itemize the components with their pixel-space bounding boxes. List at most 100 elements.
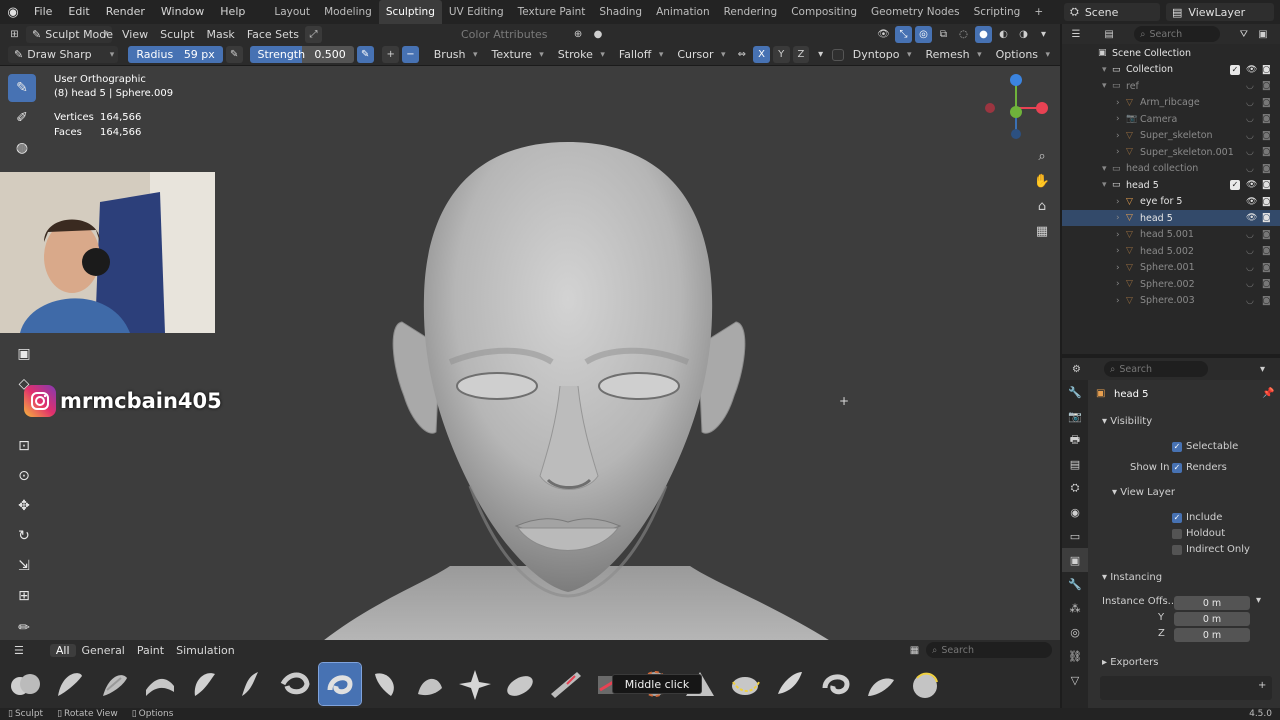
filter-icon[interactable]: ⛛	[1236, 26, 1252, 43]
shelf-tab-paint[interactable]: Paint	[131, 644, 170, 657]
add-workspace-icon[interactable]: +	[1027, 0, 1050, 24]
shelf-menu-icon[interactable]: ☰	[8, 644, 30, 657]
menu-face-sets[interactable]: Face Sets	[241, 28, 305, 41]
tab-data-icon[interactable]: ▽	[1062, 668, 1088, 692]
chevron-icon[interactable]: ›	[1116, 98, 1120, 108]
menu-mask[interactable]: Mask	[200, 28, 240, 41]
outliner-row[interactable]: › ▽ Sphere.002 ◡ ◙	[1062, 276, 1280, 292]
tab-modifiers-icon[interactable]: 🔧	[1062, 572, 1088, 596]
symmetry-y-button[interactable]: Y	[772, 46, 790, 63]
pivot-icon[interactable]: ●	[590, 26, 607, 43]
box-mask-tool-icon[interactable]: ▣	[10, 340, 38, 368]
chevron-icon[interactable]: ›	[1116, 296, 1120, 306]
pin-icon[interactable]: 📌	[1262, 388, 1274, 399]
selectable-checkbox[interactable]: ✓	[1172, 442, 1182, 452]
brush-draw-icon[interactable]	[184, 663, 226, 705]
properties-search-input[interactable]: ⌕ Search	[1104, 361, 1208, 377]
render-camera-icon[interactable]: ◙	[1262, 230, 1271, 240]
eye-icon[interactable]: ◡	[1246, 114, 1254, 124]
cloth-filter-tool-icon[interactable]: ⊙	[10, 462, 38, 490]
brush-layer-icon[interactable]	[544, 663, 586, 705]
view-layer-selector[interactable]: ▤ ViewLayer	[1166, 3, 1274, 21]
brush-scrape-icon[interactable]	[814, 663, 856, 705]
scene-selector[interactable]: ⛭ Scene	[1064, 3, 1160, 21]
eye-icon[interactable]: ◡	[1246, 147, 1254, 157]
eye-icon[interactable]: 👁	[1246, 65, 1257, 75]
mode-selector[interactable]: ✎ Sculpt Mode	[26, 25, 113, 43]
gizmo-icon[interactable]: ⤡	[895, 25, 912, 43]
tab-particles-icon[interactable]: ⁂	[1062, 596, 1088, 620]
symmetry-x-button[interactable]: X	[753, 46, 770, 63]
tab-collection-icon[interactable]: ▭	[1062, 524, 1088, 548]
render-camera-icon[interactable]: ◙	[1262, 197, 1271, 207]
chevron-icon[interactable]: ›	[1116, 263, 1120, 273]
chevron-icon[interactable]: ›	[1116, 230, 1120, 240]
radius-slider[interactable]: Radius 59 px	[128, 46, 223, 63]
menu-edit[interactable]: Edit	[60, 0, 97, 24]
holdout-checkbox[interactable]	[1172, 529, 1182, 539]
properties-options-icon[interactable]: ▾	[1254, 361, 1271, 378]
wireframe-shading-icon[interactable]: ◌	[955, 26, 972, 43]
tab-view-layer-icon[interactable]: ▤	[1062, 452, 1088, 476]
brush-crease-icon[interactable]	[139, 663, 181, 705]
shelf-tab-all[interactable]: All	[49, 643, 76, 657]
pan-hand-icon[interactable]: ✋	[1032, 169, 1052, 194]
new-collection-icon[interactable]: ▣	[1255, 26, 1271, 43]
visibility-icon[interactable]: 👁	[875, 26, 892, 43]
brush-flatten-icon[interactable]	[409, 663, 451, 705]
outliner-row[interactable]: ▾ ▭ head collection ◡ ◙	[1062, 161, 1280, 177]
brush-smooth-icon[interactable]	[859, 663, 901, 705]
render-camera-icon[interactable]: ◙	[1262, 65, 1271, 75]
render-camera-icon[interactable]: ◙	[1262, 296, 1271, 306]
outliner-search-input[interactable]: ⌕ Search	[1134, 26, 1220, 42]
outliner-row[interactable]: › ▽ eye for 5 👁 ◙	[1062, 194, 1280, 210]
mask-tool-icon[interactable]: ◍	[8, 134, 36, 162]
render-camera-icon[interactable]: ◙	[1262, 114, 1271, 124]
brush-blob-icon[interactable]	[4, 663, 46, 705]
tab-scripting[interactable]: Scripting	[967, 0, 1028, 24]
outliner-row[interactable]: › ▽ Sphere.003 ◡ ◙	[1062, 293, 1280, 309]
render-camera-icon[interactable]: ◙	[1262, 263, 1271, 273]
render-camera-icon[interactable]: ◙	[1262, 98, 1271, 108]
tab-compositing[interactable]: Compositing	[784, 0, 864, 24]
material-shading-icon[interactable]: ◐	[995, 26, 1012, 43]
tab-shading[interactable]: Shading	[592, 0, 649, 24]
brush-elastic-icon[interactable]	[274, 663, 316, 705]
outliner-row[interactable]: ▣ Scene Collection	[1062, 45, 1280, 61]
outliner-row[interactable]: ▾ ▭ ref ◡ ◙	[1062, 78, 1280, 94]
render-camera-icon[interactable]: ◙	[1262, 279, 1271, 289]
render-camera-icon[interactable]: ◙	[1262, 180, 1271, 190]
tab-rendering[interactable]: Rendering	[717, 0, 785, 24]
eye-icon[interactable]: ◡	[1246, 81, 1254, 91]
dyntopo-checkbox[interactable]	[831, 48, 844, 61]
radius-pressure-icon[interactable]: ✎	[225, 46, 243, 63]
zoom-icon[interactable]: ⌕	[1032, 144, 1052, 169]
dyntopo-menu[interactable]: Dyntopo	[847, 46, 916, 63]
outliner-row[interactable]: ▾ ▭ Collection 👁 ◙ ✓	[1062, 62, 1280, 78]
xray-icon[interactable]: ⧉	[935, 26, 952, 43]
menu-window[interactable]: Window	[153, 0, 212, 24]
outliner-row[interactable]: › ▽ head 5 👁 ◙	[1062, 210, 1280, 226]
overlays-icon[interactable]: ◎	[915, 25, 932, 43]
brush-pose-icon[interactable]	[724, 663, 766, 705]
rendered-shading-icon[interactable]: ◑	[1015, 26, 1032, 43]
outliner-row[interactable]: › ▽ Super_skeleton.001 ◡ ◙	[1062, 144, 1280, 160]
visibility-panel-header[interactable]: ▾ Visibility	[1102, 416, 1152, 427]
brush-selector[interactable]: ✎ Draw Sharp	[8, 46, 119, 63]
eye-icon[interactable]: ◡	[1246, 230, 1254, 240]
instance-offset-x-field[interactable]: 0 m	[1174, 596, 1250, 610]
direction-add-icon[interactable]: +	[382, 46, 400, 63]
tab-animation[interactable]: Animation	[649, 0, 717, 24]
outliner-row[interactable]: › ▽ Super_skeleton ◡ ◙	[1062, 128, 1280, 144]
move-tool-icon[interactable]: ✥	[10, 492, 38, 520]
object-name[interactable]: head 5	[1114, 389, 1149, 400]
editor-type-icon[interactable]: ⊞	[6, 26, 23, 43]
indirect-only-checkbox[interactable]	[1172, 545, 1182, 555]
brush-clay-strips-icon[interactable]	[94, 663, 136, 705]
display-mode-icon[interactable]: ▤	[1101, 26, 1117, 43]
outliner-row[interactable]: › ▽ head 5.001 ◡ ◙	[1062, 227, 1280, 243]
tab-constraints-icon[interactable]: ⛓	[1062, 644, 1088, 668]
chevron-icon[interactable]: ▾	[1102, 81, 1107, 91]
brush-menu[interactable]: Brush	[428, 46, 482, 63]
eye-icon[interactable]: ◡	[1246, 279, 1254, 289]
